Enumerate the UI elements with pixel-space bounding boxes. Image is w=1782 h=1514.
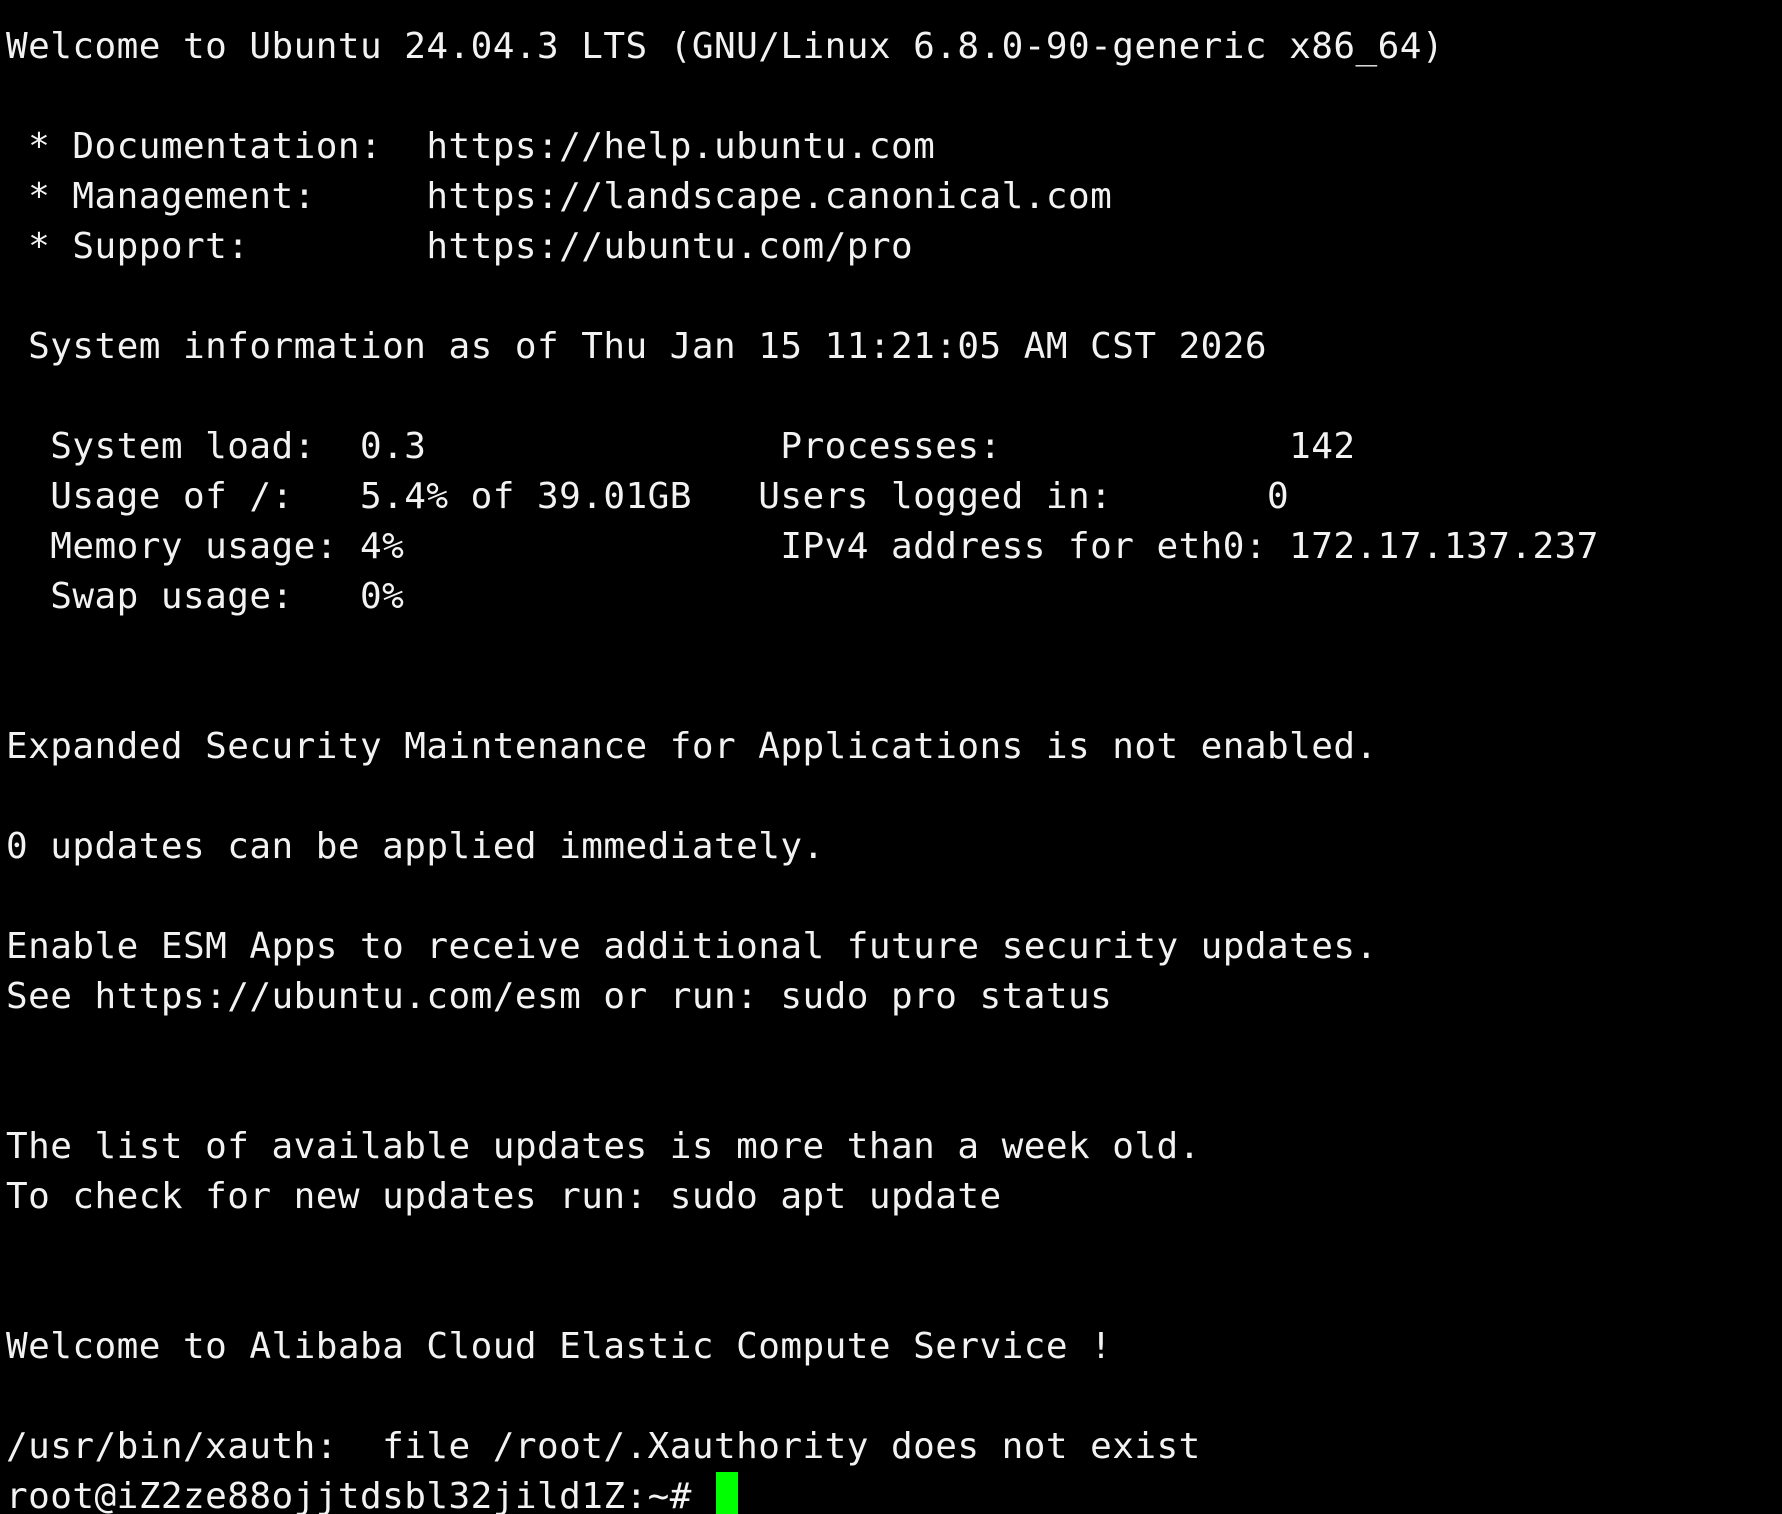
output-line: System load: 0.3 Processes: 142 [6, 426, 1356, 467]
output-line: * Documentation: https://help.ubuntu.com [6, 126, 936, 167]
terminal-window[interactable]: Welcome to Ubuntu 24.04.3 LTS (GNU/Linux… [0, 0, 1782, 1514]
output-line: Expanded Security Maintenance for Applic… [6, 726, 1378, 767]
output-line: 0 updates can be applied immediately. [6, 826, 825, 867]
terminal-output: Welcome to Ubuntu 24.04.3 LTS (GNU/Linux… [6, 22, 1782, 1472]
output-line: * Support: https://ubuntu.com/pro [6, 226, 914, 267]
output-line: Usage of /: 5.4% of 39.01GB Users logged… [6, 476, 1290, 517]
output-line: /usr/bin/xauth: file /root/.Xauthority d… [6, 1426, 1201, 1467]
output-line: System information as of Thu Jan 15 11:2… [6, 326, 1268, 367]
terminal-cursor[interactable] [715, 1472, 738, 1514]
output-line: Memory usage: 4% IPv4 address for eth0: … [6, 526, 1599, 567]
output-line: Welcome to Ubuntu 24.04.3 LTS (GNU/Linux… [6, 26, 1445, 67]
output-line: Welcome to Alibaba Cloud Elastic Compute… [6, 1326, 1113, 1367]
output-line: The list of available updates is more th… [6, 1126, 1201, 1167]
output-line: * Management: https://landscape.canonica… [6, 176, 1113, 217]
output-line: To check for new updates run: sudo apt u… [6, 1176, 1002, 1217]
output-line: Enable ESM Apps to receive additional fu… [6, 926, 1378, 967]
output-line: Swap usage: 0% [6, 576, 405, 617]
shell-prompt: root@iZ2ze88ojjtdsbl32jild1Z:~# [6, 1476, 714, 1514]
prompt-line[interactable]: root@iZ2ze88ojjtdsbl32jild1Z:~# [6, 1472, 1782, 1514]
output-line: See https://ubuntu.com/esm or run: sudo … [6, 976, 1113, 1017]
